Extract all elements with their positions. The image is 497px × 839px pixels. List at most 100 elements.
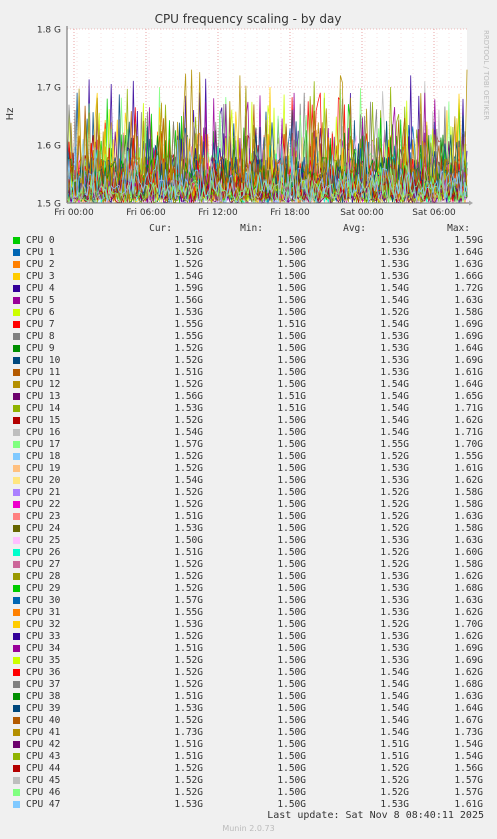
- legend-avg-value: 1.52G: [380, 487, 409, 498]
- legend-series-name: CPU 46: [26, 787, 61, 798]
- legend-cur-value: 1.50G: [174, 535, 203, 546]
- legend-cur-value: 1.55G: [174, 607, 203, 618]
- legend-swatch: [13, 321, 20, 328]
- legend-cur-value: 1.53G: [174, 523, 203, 534]
- legend-series-name: CPU 4: [26, 283, 55, 294]
- legend-row: CPU 19 1.52G 1.50G 1.53G 1.61G: [0, 463, 497, 475]
- legend-series-name: CPU 42: [26, 739, 61, 750]
- legend-row: CPU 44 1.52G 1.50G 1.52G 1.56G: [0, 763, 497, 775]
- legend-row: CPU 28 1.52G 1.50G 1.53G 1.62G: [0, 571, 497, 583]
- legend-series-name: CPU 11: [26, 367, 61, 378]
- legend-min-value: 1.50G: [277, 679, 306, 690]
- legend-cur-value: 1.53G: [174, 403, 203, 414]
- legend-row: CPU 21 1.52G 1.50G 1.52G 1.58G: [0, 487, 497, 499]
- legend-swatch: [13, 573, 20, 580]
- legend-min-value: 1.50G: [277, 655, 306, 666]
- legend-min-value: 1.50G: [277, 691, 306, 702]
- legend-series-name: CPU 36: [26, 667, 61, 678]
- legend-row: CPU 29 1.52G 1.50G 1.53G 1.68G: [0, 583, 497, 595]
- legend-max-value: 1.65G: [454, 391, 483, 402]
- legend-max-value: 1.64G: [454, 343, 483, 354]
- legend-row: CPU 6 1.53G 1.50G 1.52G 1.58G: [0, 307, 497, 319]
- legend-min-value: 1.50G: [277, 343, 306, 354]
- legend-avg-value: 1.53G: [380, 583, 409, 594]
- legend-avg-value: 1.53G: [380, 571, 409, 582]
- x-axis-arrow: [469, 200, 473, 206]
- legend-avg-value: 1.54G: [380, 415, 409, 426]
- legend-max-value: 1.64G: [454, 703, 483, 714]
- legend-min-value: 1.50G: [277, 283, 306, 294]
- legend-row: CPU 13 1.56G 1.51G 1.54G 1.65G: [0, 391, 497, 403]
- legend-cur-value: 1.54G: [174, 427, 203, 438]
- legend-swatch: [13, 273, 20, 280]
- legend-min-value: 1.50G: [277, 775, 306, 786]
- legend-max-value: 1.69G: [454, 331, 483, 342]
- legend-min-value: 1.50G: [277, 751, 306, 762]
- legend-row: CPU 41 1.73G 1.50G 1.54G 1.73G: [0, 727, 497, 739]
- legend-avg-value: 1.53G: [380, 235, 409, 246]
- legend-cur-value: 1.52G: [174, 343, 203, 354]
- legend-min-value: 1.50G: [277, 367, 306, 378]
- legend-min-value: 1.50G: [277, 763, 306, 774]
- legend-min-value: 1.50G: [277, 583, 306, 594]
- legend-cur-value: 1.52G: [174, 715, 203, 726]
- legend-row: CPU 45 1.52G 1.50G 1.52G 1.57G: [0, 775, 497, 787]
- legend-cur-value: 1.56G: [174, 295, 203, 306]
- side-label: RRDTOOL / TOBI OETIKER: [482, 30, 490, 120]
- legend-series-name: CPU 35: [26, 655, 61, 666]
- legend-cur-value: 1.73G: [174, 727, 203, 738]
- legend-series-name: CPU 30: [26, 595, 61, 606]
- legend-series-name: CPU 19: [26, 463, 61, 474]
- legend-swatch: [13, 645, 20, 652]
- legend-swatch: [13, 381, 20, 388]
- legend-series-name: CPU 13: [26, 391, 61, 402]
- legend-row: CPU 26 1.51G 1.50G 1.52G 1.60G: [0, 547, 497, 559]
- legend-swatch: [13, 405, 20, 412]
- legend-series-name: CPU 47: [26, 799, 61, 810]
- legend-series-name: CPU 43: [26, 751, 61, 762]
- legend-max-value: 1.57G: [454, 775, 483, 786]
- legend-min-value: 1.50G: [277, 475, 306, 486]
- legend-series-name: CPU 16: [26, 427, 61, 438]
- legend-min-value: 1.50G: [277, 571, 306, 582]
- legend-avg-value: 1.53G: [380, 367, 409, 378]
- legend-series-name: CPU 23: [26, 511, 61, 522]
- legend-row: CPU 31 1.55G 1.50G 1.53G 1.62G: [0, 607, 497, 619]
- legend-row: CPU 9 1.52G 1.50G 1.53G 1.64G: [0, 343, 497, 355]
- legend-max-value: 1.69G: [454, 319, 483, 330]
- legend-swatch: [13, 261, 20, 268]
- legend-cur-value: 1.52G: [174, 667, 203, 678]
- legend-min-value: 1.50G: [277, 535, 306, 546]
- legend-cur-value: 1.52G: [174, 487, 203, 498]
- legend-avg-value: 1.53G: [380, 631, 409, 642]
- legend-min-value: 1.50G: [277, 703, 306, 714]
- legend-avg-value: 1.53G: [380, 271, 409, 282]
- legend-swatch: [13, 549, 20, 556]
- col-min-header: Min:: [240, 223, 263, 234]
- legend-row: CPU 38 1.51G 1.50G 1.54G 1.63G: [0, 691, 497, 703]
- legend-avg-value: 1.53G: [380, 595, 409, 606]
- legend-max-value: 1.60G: [454, 547, 483, 558]
- legend-row: CPU 1 1.52G 1.50G 1.53G 1.64G: [0, 247, 497, 259]
- legend-swatch: [13, 537, 20, 544]
- legend-swatch: [13, 369, 20, 376]
- legend-swatch: [13, 501, 20, 508]
- legend-swatch: [13, 801, 20, 808]
- legend-swatch: [13, 657, 20, 664]
- legend-cur-value: 1.52G: [174, 259, 203, 270]
- legend-swatch: [13, 417, 20, 424]
- legend-max-value: 1.58G: [454, 499, 483, 510]
- x-tick-label: Fri 12:00: [198, 208, 238, 218]
- legend-max-value: 1.58G: [454, 487, 483, 498]
- legend-cur-value: 1.52G: [174, 499, 203, 510]
- legend-swatch: [13, 717, 20, 724]
- legend-avg-value: 1.52G: [380, 547, 409, 558]
- legend-series-name: CPU 37: [26, 679, 61, 690]
- x-tick-label: Fri 06:00: [126, 208, 166, 218]
- legend-row: CPU 33 1.52G 1.50G 1.53G 1.62G: [0, 631, 497, 643]
- x-tick-label: Sat 06:00: [412, 208, 456, 218]
- y-axis-label: Hz: [5, 108, 16, 121]
- chart-title: CPU frequency scaling - by day: [155, 12, 342, 26]
- legend-max-value: 1.62G: [454, 475, 483, 486]
- legend-series-name: CPU 29: [26, 583, 61, 594]
